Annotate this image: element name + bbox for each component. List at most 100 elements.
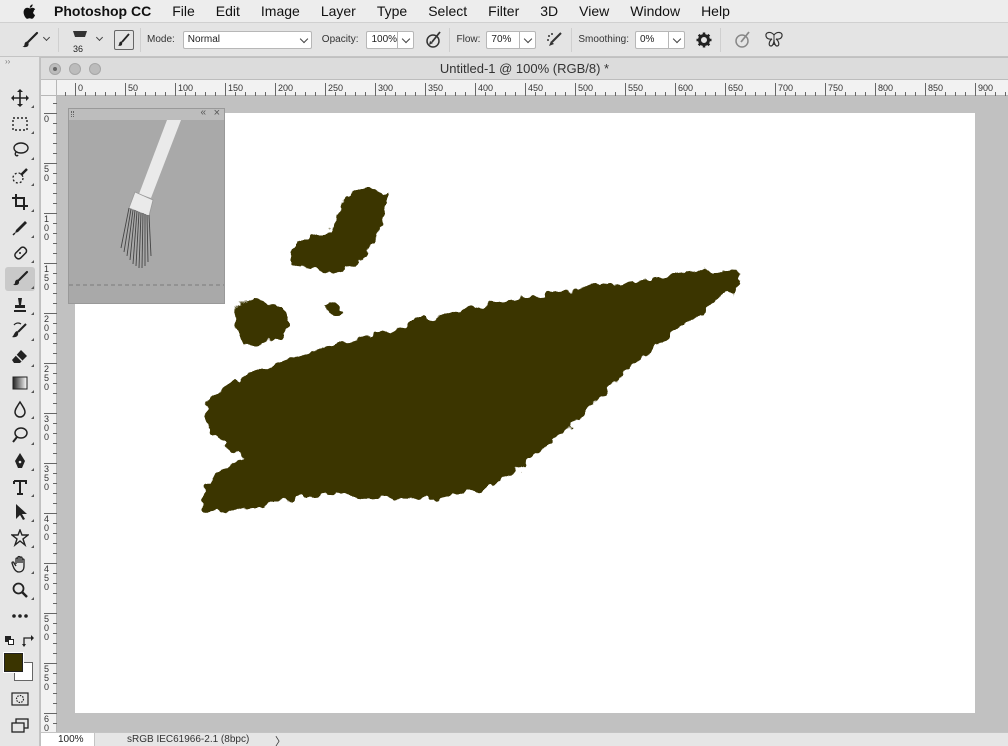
history-brush-tool[interactable] [5,319,35,343]
smoothing-field[interactable]: 0% [634,30,685,49]
brush-preview-panel[interactable]: « × [68,107,225,304]
ruler-label: 200 [278,83,293,93]
foreground-color-swatch[interactable] [3,652,24,673]
marquee-tool[interactable] [5,112,35,136]
horizontal-ruler[interactable]: 0 50 100 150 200 250 300 350 400 450 500 550 600 650 7… [57,80,1008,96]
dodge-tool[interactable] [5,423,35,447]
menu-help[interactable]: Help [701,3,730,19]
healing-brush-tool[interactable] [5,241,35,265]
symmetry-button[interactable] [763,30,785,50]
collapse-panel-icon[interactable]: « [200,107,206,118]
default-colors-button[interactable] [5,636,15,646]
airbrush-icon [547,31,563,46]
document-title: Untitled-1 @ 100% (RGB/8) * [439,61,610,76]
pen-tool[interactable] [5,449,35,473]
ruler-origin[interactable] [41,80,57,96]
apple-menu-icon[interactable] [18,3,40,19]
opacity-field[interactable]: 100% [366,30,415,49]
menu-file[interactable]: File [172,3,195,19]
more-tools[interactable] [5,604,35,628]
ruler-label: 650 [728,83,743,93]
zoom-document-button[interactable] [89,62,101,75]
lasso-icon [13,142,29,157]
flow-field[interactable]: 70% [486,30,537,49]
hand-tool[interactable] [5,552,35,576]
pen-icon [15,452,25,468]
ruler-label: 0 [44,173,49,183]
ruler-label: 350 [428,83,443,93]
move-tool[interactable] [5,86,35,110]
options-bar: 36 Mode: Normal Opacity: 100% Flow: 70% … [0,23,1008,57]
tool-group-indicator [31,156,34,160]
smoothing-label: Smoothing: [578,34,629,45]
crop-tool[interactable] [5,190,35,214]
tool-group-indicator [31,467,34,471]
menu-edit[interactable]: Edit [216,3,240,19]
ruler-label: 0 [44,582,49,592]
brush-preset-picker[interactable]: 36 [65,25,97,55]
tool-preset-picker[interactable] [18,27,52,53]
zoom-tool[interactable] [5,578,35,602]
info-menu-arrow[interactable]: 〉 [275,733,286,746]
pressure-opacity-button[interactable] [423,30,443,50]
tool-group-indicator [31,493,34,497]
opacity-label: Opacity: [321,34,359,45]
chevron-down-icon[interactable] [95,33,104,42]
menu-select[interactable]: Select [428,3,467,19]
quick-selection-tool[interactable] [5,164,35,188]
swap-colors-icon[interactable] [22,635,34,647]
brush-size-label: 36 [73,43,84,54]
zoom-level-field[interactable]: 100% [41,732,95,746]
ruler-label: 250 [328,83,343,93]
menu-filter[interactable]: Filter [488,3,519,19]
hand-icon [11,556,25,573]
tool-group-indicator [31,338,34,342]
eraser-tool[interactable] [5,345,35,369]
flow-label: Flow: [456,34,481,45]
menu-type[interactable]: Type [377,3,407,19]
minimize-document-button[interactable] [69,62,81,75]
tool-group-indicator [31,519,34,523]
pressure-size-icon [735,30,750,48]
quick-mask-button[interactable] [11,692,29,706]
butterfly-icon [765,31,783,47]
chevron-down-icon [402,34,411,43]
menu-layer[interactable]: Layer [321,3,356,19]
ruler-label: 700 [778,83,793,93]
close-document-button[interactable] [49,62,61,75]
screen-mode-button[interactable] [10,718,30,734]
path-selection-tool[interactable] [5,500,35,524]
menu-3d[interactable]: 3D [540,3,558,19]
tool-group-indicator [31,312,34,316]
type-icon [13,479,27,495]
brush-tool[interactable] [5,267,35,292]
eyedropper-tool[interactable] [5,216,35,240]
document-info[interactable]: sRGB IEC61966-2.1 (8bpc) [127,734,249,745]
tool-group-indicator [31,415,34,419]
ruler-label: 850 [928,83,943,93]
pressure-size-button[interactable] [731,30,753,50]
menu-window[interactable]: Window [630,3,680,19]
tool-group-indicator [31,571,34,575]
close-icon[interactable]: × [214,107,220,119]
blur-tool[interactable] [5,397,35,421]
menu-image[interactable]: Image [261,3,300,19]
smoothing-options-button[interactable] [694,30,714,50]
tool-group-indicator [31,286,34,290]
vertical-ruler[interactable]: 05010015020025030035040045050055060 [41,96,57,733]
gradient-tool[interactable] [5,371,35,395]
panel-header[interactable]: « × [69,107,224,120]
menu-view[interactable]: View [579,3,609,19]
blur-icon [14,400,26,418]
mode-select[interactable]: Normal [182,30,312,49]
toolbar-collapse-icon[interactable]: ›› [0,57,39,69]
lasso-tool[interactable] [5,138,35,162]
brush-settings-button[interactable] [114,29,134,50]
ruler-label: 0 [78,83,83,93]
app-name-menu[interactable]: Photoshop CC [54,3,151,19]
shape-tool[interactable] [5,526,35,550]
clone-stamp-tool[interactable] [5,293,35,317]
type-tool[interactable] [5,475,35,499]
airbrush-button[interactable] [545,30,565,50]
divider [449,27,451,52]
